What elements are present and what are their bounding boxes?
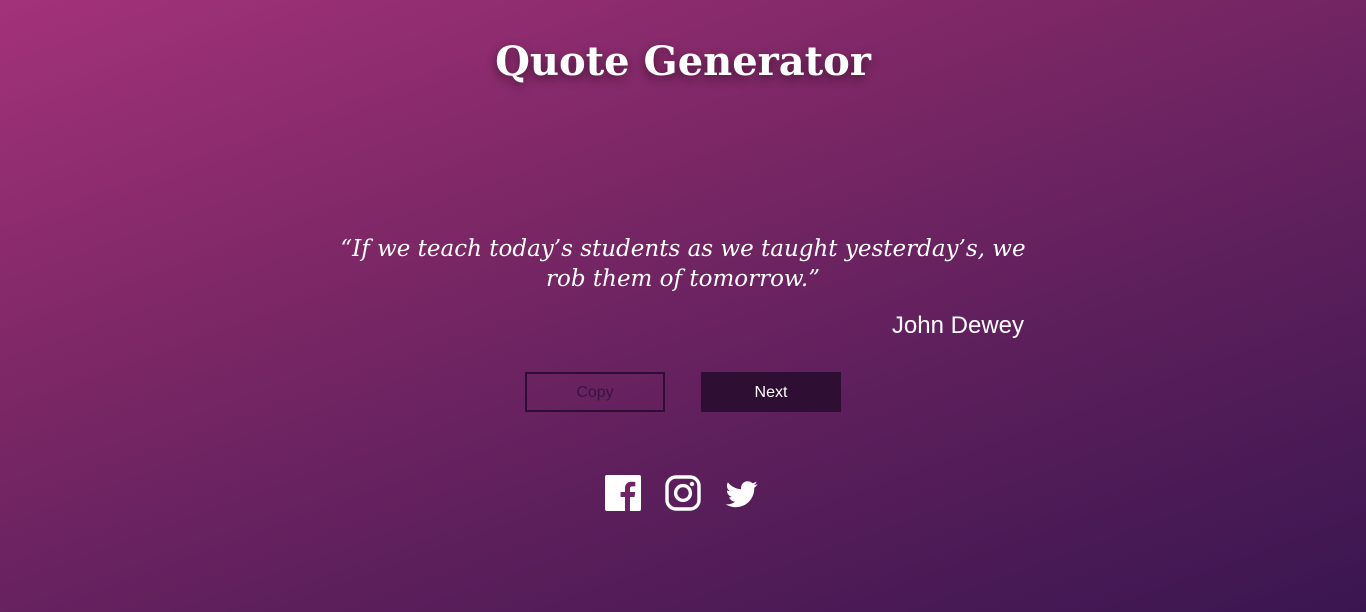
facebook-icon[interactable] bbox=[605, 475, 643, 513]
twitter-icon[interactable] bbox=[724, 478, 762, 516]
copy-button[interactable]: Copy bbox=[525, 372, 665, 412]
quote-text: “If we teach today’s students as we taug… bbox=[340, 236, 1026, 292]
quote-author: John Dewey bbox=[891, 312, 1024, 339]
next-button[interactable]: Next bbox=[701, 372, 841, 412]
instagram-icon[interactable] bbox=[665, 475, 703, 513]
page-title: Quote Generator bbox=[495, 38, 871, 85]
